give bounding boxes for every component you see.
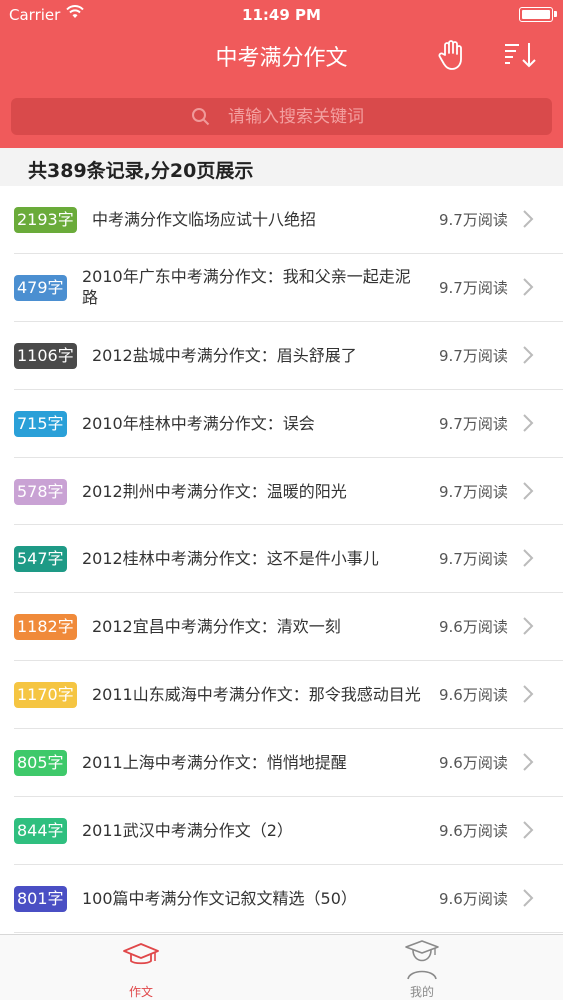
list-item[interactable]: 547字 2012桂林中考满分作文：这不是件小事儿 9.7万阅读 (14, 525, 563, 594)
read-count: 9.7万阅读 (439, 346, 508, 365)
article-title: 2010年广东中考满分作文：我和父亲一起走泥路 (82, 267, 411, 308)
page-title: 中考满分作文 (215, 46, 348, 71)
chevron-right-icon (523, 278, 534, 296)
list-item[interactable]: 801字 100篇中考满分作文记叙文精选（50） 9.6万阅读 (14, 865, 563, 933)
read-count: 9.6万阅读 (439, 889, 508, 908)
list-item[interactable]: 1182字 2012宜昌中考满分作文：清欢一刻 9.6万阅读 (14, 593, 563, 662)
chevron-right-icon (523, 617, 534, 636)
article-title: 2012宜昌中考满分作文：清欢一刻 (92, 617, 341, 637)
user-profile-icon (405, 940, 439, 980)
chevron-right-icon (523, 481, 534, 500)
chevron-right-icon (523, 210, 534, 228)
read-count: 9.7万阅读 (439, 482, 508, 501)
word-count-badge: 479字 (14, 274, 67, 301)
hand-icon[interactable] (437, 39, 465, 71)
chevron-right-icon (523, 549, 534, 568)
list-item[interactable]: 844字 2011武汉中考满分作文（2） 9.6万阅读 (14, 797, 563, 865)
word-count-badge: 1106字 (14, 342, 77, 369)
word-count-badge: 1170字 (14, 682, 77, 709)
chevron-right-icon (523, 685, 534, 703)
tab-composition[interactable]: 作文 (81, 935, 201, 1000)
article-title: 2010年桂林中考满分作文：误会 (82, 413, 315, 433)
tab-label: 我的 (409, 985, 434, 999)
word-count-badge: 1182字 (14, 614, 77, 641)
read-count: 9.7万阅读 (439, 550, 508, 569)
article-title: 2012盐城中考满分作文：眉头舒展了 (92, 345, 357, 365)
chevron-right-icon (523, 821, 534, 839)
article-list: 2193字 中考满分作文临场应试十八绝招 9.7万阅读 479字 2010年广东… (0, 186, 563, 933)
article-title: 2012桂林中考满分作文：这不是件小事儿 (82, 549, 379, 569)
list-item[interactable]: 578字 2012荆州中考满分作文：温暖的阳光 9.7万阅读 (14, 458, 563, 526)
sort-icon[interactable] (502, 40, 538, 70)
battery-icon (519, 7, 557, 22)
search-bar[interactable] (11, 98, 552, 135)
word-count-badge: 801字 (14, 885, 67, 912)
tab-bar: 作文 我的 (0, 934, 563, 1000)
word-count-badge: 2193字 (14, 207, 77, 233)
read-count: 9.7万阅读 (439, 278, 508, 297)
article-title: 2012荆州中考满分作文：温暖的阳光 (82, 481, 347, 501)
graduation-cap-icon (123, 943, 159, 965)
article-title: 2011上海中考满分作文：悄悄地提醒 (82, 753, 347, 773)
read-count: 9.6万阅读 (439, 686, 508, 705)
list-item[interactable]: 715字 2010年桂林中考满分作文：误会 9.7万阅读 (14, 390, 563, 458)
article-title: 中考满分作文临场应试十八绝招 (92, 210, 317, 229)
list-item[interactable]: 479字 2010年广东中考满分作文：我和父亲一起走泥路 9.7万阅读 (14, 254, 563, 322)
word-count-badge: 578字 (14, 478, 67, 505)
tab-label: 作文 (128, 985, 153, 999)
chevron-right-icon (523, 889, 534, 907)
article-title: 2011山东威海中考满分作文：那令我感动目光 (92, 685, 421, 705)
word-count-badge: 547字 (14, 546, 67, 573)
nav-header: Carrier 11:49 PM 中考满分作文 (0, 0, 563, 148)
read-count: 9.6万阅读 (439, 822, 508, 841)
word-count-badge: 844字 (14, 818, 67, 845)
list-item[interactable]: 1170字 2011山东威海中考满分作文：那令我感动目光 9.6万阅读 (14, 661, 563, 730)
list-item[interactable]: 1106字 2012盐城中考满分作文：眉头舒展了 9.7万阅读 (14, 322, 563, 390)
word-count-badge: 805字 (14, 750, 67, 777)
read-count: 9.7万阅读 (439, 414, 508, 433)
status-bar: Carrier 11:49 PM (0, 0, 563, 30)
read-count: 9.7万阅读 (439, 211, 508, 229)
clock: 11:49 PM (242, 6, 321, 24)
search-icon (192, 108, 210, 126)
article-title: 2011武汉中考满分作文（2） (82, 821, 293, 841)
chevron-right-icon (523, 753, 534, 771)
read-count: 9.6万阅读 (439, 618, 508, 637)
chevron-right-icon (523, 413, 534, 432)
summary-text: 共389条记录,分20页展示 (28, 160, 254, 182)
list-item[interactable]: 805字 2011上海中考满分作文：悄悄地提醒 9.6万阅读 (14, 729, 563, 798)
read-count: 9.6万阅读 (439, 754, 508, 773)
chevron-right-icon (523, 346, 534, 364)
list-item[interactable]: 2193字 中考满分作文临场应试十八绝招 9.7万阅读 (14, 186, 563, 254)
tab-mine[interactable]: 我的 (362, 935, 482, 1000)
article-title: 100篇中考满分作文记叙文精选（50） (82, 888, 357, 908)
search-input[interactable] (216, 98, 516, 135)
record-summary: 共389条记录,分20页展示 (0, 148, 563, 186)
word-count-badge: 715字 (14, 410, 67, 437)
